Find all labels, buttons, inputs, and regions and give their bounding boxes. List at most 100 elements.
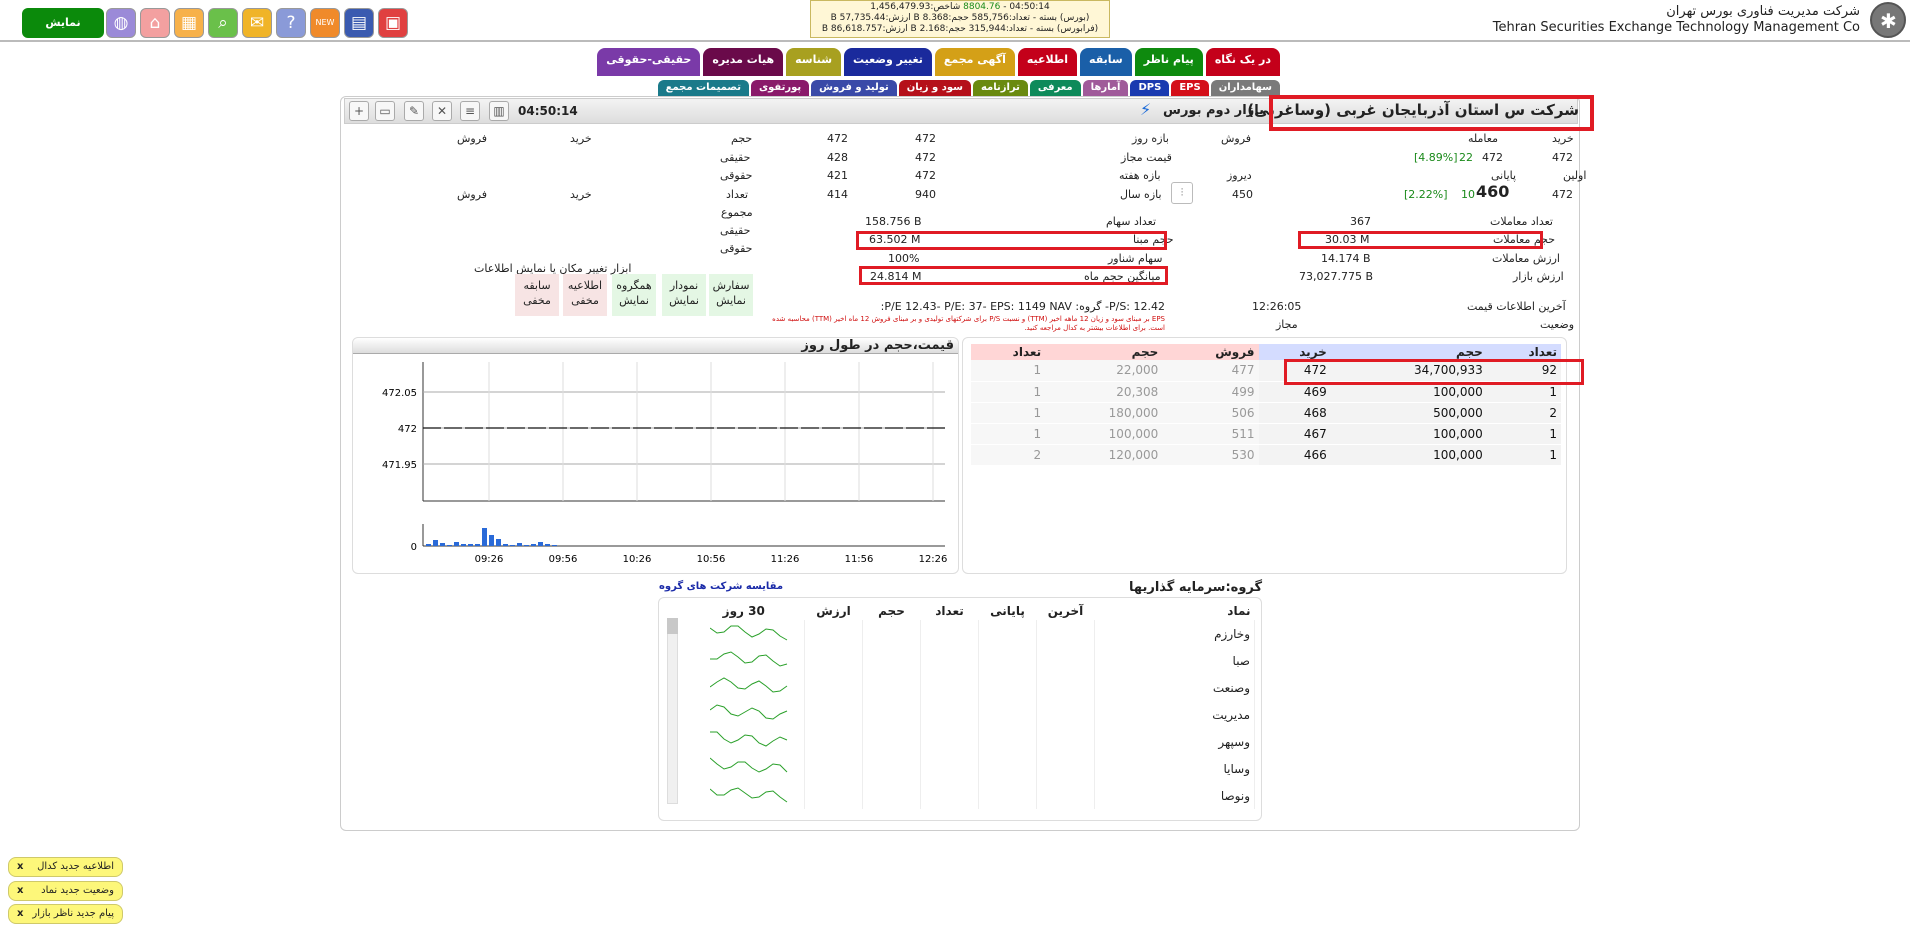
group-symbol[interactable]: وخارزم <box>1094 620 1255 647</box>
group-header-3: تعداد <box>935 604 964 618</box>
final-price: 460 <box>1476 182 1510 201</box>
tab-profit-loss[interactable]: سود و زیان <box>898 80 971 96</box>
trade-label: معامله <box>1468 132 1498 145</box>
tab-shareholders[interactable]: سهامداران <box>1210 80 1280 96</box>
rl-real-2: حقیقی <box>720 224 751 237</box>
tab-meeting-decisions[interactable]: تصمیمات مجمع <box>657 80 749 96</box>
group-symbol[interactable]: وسایا <box>1094 755 1255 782</box>
tab-portfolio[interactable]: پورتفوی <box>750 80 810 96</box>
x-tick-label: 12:26 <box>919 554 948 565</box>
tsetmc-logo-icon <box>1870 2 1906 38</box>
volume-bar <box>461 544 466 546</box>
toggle-chart[interactable]: نمودار نمایش <box>662 274 706 316</box>
ob-sell-price: 499 <box>1162 381 1259 403</box>
volume-bar <box>517 543 522 546</box>
sparkline-cell <box>683 782 805 809</box>
rl-buy-label-2: خرید <box>570 188 592 201</box>
y-tick-label: 472 <box>398 424 417 435</box>
group-symbol[interactable]: مدیریت <box>1094 701 1255 728</box>
toggle-order[interactable]: سفارش نمایش <box>709 274 753 316</box>
print-icon[interactable]: ▭ <box>375 101 395 121</box>
tab-announcements[interactable]: اطلاعیه <box>1017 48 1078 76</box>
group-cell <box>1036 782 1095 809</box>
tab-stats[interactable]: آمارها <box>1082 80 1129 96</box>
ob-sell-price: 506 <box>1162 402 1259 424</box>
tab-balance[interactable]: ترازنامه <box>972 80 1028 96</box>
group-row[interactable]: ونوصا <box>683 782 1255 809</box>
compare-group-link[interactable]: مقایسه شرکت های گروه <box>659 581 783 592</box>
symbol-time: 04:50:14 <box>518 104 578 118</box>
volume-bar <box>433 540 438 546</box>
group-cell <box>862 728 921 755</box>
range-allowed-a: 472 <box>915 151 936 164</box>
tab-meeting[interactable]: آگهی مجمع <box>934 48 1015 76</box>
home-icon[interactable]: ⌂ <box>140 8 170 38</box>
notice-status[interactable]: x وضعیت جدید نماد <box>8 881 123 901</box>
market-name: بازار دوم بورس <box>1163 103 1264 118</box>
tab-overview[interactable]: در یک نگاه <box>1205 48 1280 76</box>
toggle-announcements[interactable]: اطلاعیه مخفی <box>563 274 607 316</box>
tab-id[interactable]: شناسه <box>786 48 842 76</box>
company-name-en: Tehran Securities Exchange Technology Ma… <box>1492 20 1860 35</box>
table-icon[interactable]: ▦ <box>174 8 204 38</box>
group-row[interactable]: مدیریت <box>683 701 1255 728</box>
chart-icon[interactable]: ▤ <box>344 8 374 38</box>
tab-eps[interactable]: EPS <box>1171 80 1209 96</box>
group-row[interactable]: وسایا <box>683 755 1255 782</box>
group-header-0: نماد <box>1227 604 1251 618</box>
close-icon[interactable]: x <box>17 905 23 923</box>
group-scroll-thumb[interactable] <box>667 618 678 634</box>
orderbook-row[interactable]: 1 100,000 511 467 100,000 1 <box>971 423 1561 445</box>
settings-sliders-icon[interactable]: ⫶ <box>1171 182 1193 204</box>
search-icon[interactable]: ⌕ <box>208 8 238 38</box>
help-icon[interactable]: ? <box>276 8 306 38</box>
notice-supervisor[interactable]: x پیام جدید ناظر بازار <box>8 904 123 924</box>
group-row[interactable]: صبا <box>683 647 1255 674</box>
sparkline-cell <box>683 701 805 728</box>
tab-intro[interactable]: معرفی <box>1029 80 1081 96</box>
ob-buy-count-header: تعداد <box>1486 344 1561 360</box>
globe-icon[interactable]: ◍ <box>106 8 136 38</box>
range-allowed-b: 428 <box>827 151 848 164</box>
orderbook-row[interactable]: 2 120,000 530 466 100,000 1 <box>971 444 1561 466</box>
bar-chart-icon[interactable]: ▥ <box>489 101 509 121</box>
message-icon[interactable]: ✉ <box>242 8 272 38</box>
list-icon[interactable]: ≡ <box>460 101 480 121</box>
group-cell <box>978 674 1037 701</box>
buy-price: 472 <box>1552 151 1573 164</box>
tab-production[interactable]: تولید و فروش <box>811 80 897 96</box>
toggle-group[interactable]: همگروه نمایش <box>612 274 656 316</box>
tab-history[interactable]: سابقه <box>1080 48 1132 76</box>
tab-status-change[interactable]: تغییر وضعیت <box>844 48 932 76</box>
group-symbol[interactable]: ونوصا <box>1094 782 1255 809</box>
edit-icon[interactable]: ✎ <box>404 101 424 121</box>
group-row[interactable]: وخارزم <box>683 620 1255 647</box>
group-symbol[interactable]: وصنعت <box>1094 674 1255 701</box>
add-icon[interactable]: + <box>349 101 369 121</box>
orderbook-row[interactable]: 1 180,000 506 468 500,000 2 <box>971 402 1561 424</box>
group-symbol[interactable]: وسپهر <box>1094 728 1255 755</box>
toggle-history[interactable]: سابقه مخفی <box>515 274 559 316</box>
notice-codal[interactable]: x اطلاعیه جدید کدال <box>8 857 123 877</box>
new-icon[interactable]: NEW <box>310 8 340 38</box>
group-scrollbar[interactable] <box>667 618 678 804</box>
ob-sell-count: 1 <box>971 423 1046 445</box>
group-row[interactable]: وسپهر <box>683 728 1255 755</box>
group-cell <box>804 620 863 647</box>
group-symbol[interactable]: صبا <box>1094 647 1255 674</box>
tab-board[interactable]: هیات مدیره <box>703 48 784 76</box>
ratios-note: EPS بر مبنای سود و زیان 12 ماهه اخیر (TT… <box>772 315 1165 332</box>
tab-supervisor[interactable]: پیام ناظر <box>1134 48 1203 76</box>
close-icon[interactable]: x <box>17 882 23 900</box>
tools-icon[interactable]: ✕ <box>432 101 452 121</box>
close-icon[interactable]: x <box>17 858 23 876</box>
show-list-button[interactable]: نمایش فهرست <box>22 8 104 59</box>
x-tick-label: 09:26 <box>475 554 504 565</box>
grid-icon[interactable]: ▣ <box>378 8 408 38</box>
group-row[interactable]: وصنعت <box>683 674 1255 701</box>
tab-dps[interactable]: DPS <box>1130 80 1170 96</box>
group-cell <box>978 728 1037 755</box>
tab-real-legal[interactable]: حقیقی-حقوقی <box>597 48 701 76</box>
ob-buy-price: 468 <box>1258 402 1331 424</box>
volume-bar <box>454 542 459 546</box>
